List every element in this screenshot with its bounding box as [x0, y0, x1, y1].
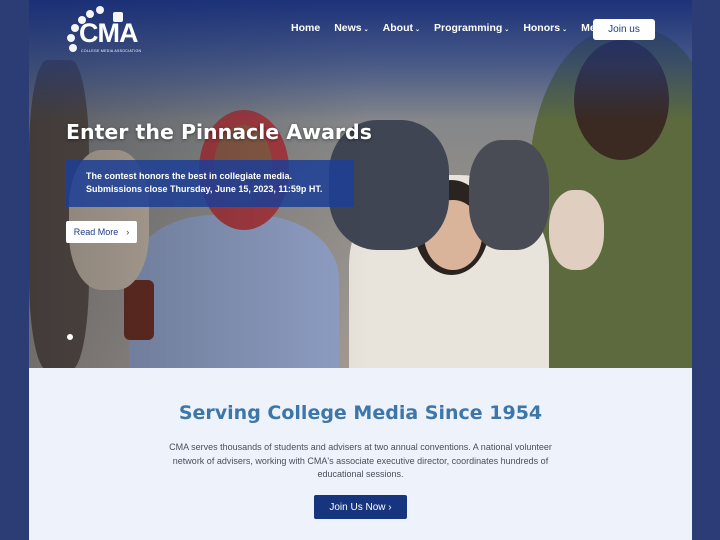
join-us-now-button[interactable]: Join Us Now ›	[314, 495, 407, 519]
nav-item-honors[interactable]: Honors ⌄	[523, 22, 567, 34]
hero-title: Enter the Pinnacle Awards	[66, 120, 372, 144]
page: CMA COLLEGE MEDIA ASSOCIATION Home News ⌄…	[29, 0, 692, 540]
join-us-button[interactable]: Join us	[593, 19, 655, 40]
chevron-down-icon: ⌄	[363, 26, 369, 33]
section-title: Serving College Media Since 1954	[178, 402, 543, 424]
cma-logo[interactable]: CMA COLLEGE MEDIA ASSOCIATION	[65, 4, 141, 56]
chevron-down-icon: ⌄	[414, 26, 421, 33]
hero-banner: CMA COLLEGE MEDIA ASSOCIATION Home News ⌄…	[29, 0, 692, 368]
nav-item-news[interactable]: News ⌄	[334, 22, 368, 34]
logo-wordmark: CMA	[79, 18, 138, 48]
chevron-down-icon: ⌄	[504, 26, 510, 33]
hero-description: The contest honors the best in collegiat…	[86, 171, 323, 194]
nav-item-home[interactable]: Home	[291, 22, 320, 34]
logo-tagline: COLLEGE MEDIA ASSOCIATION	[81, 49, 142, 53]
main-nav: Home News⌄ About⌄ Programming⌄ Honors⌄ M…	[291, 22, 634, 34]
slider-dot-active[interactable]	[67, 334, 73, 340]
nav-item-programming[interactable]: Programming ⌄	[434, 22, 509, 34]
nav-item-about[interactable]: About ⌄	[383, 22, 420, 34]
read-more-button[interactable]: Read More ›	[66, 221, 137, 243]
read-more-label: Read More	[73, 227, 119, 237]
hero-description-box: The contest honors the best in collegiat…	[66, 160, 354, 207]
chevron-right-icon: ›	[126, 227, 130, 237]
chevron-down-icon: ⌄	[562, 26, 568, 33]
section-description: CMA serves thousands of students and adv…	[169, 442, 552, 479]
